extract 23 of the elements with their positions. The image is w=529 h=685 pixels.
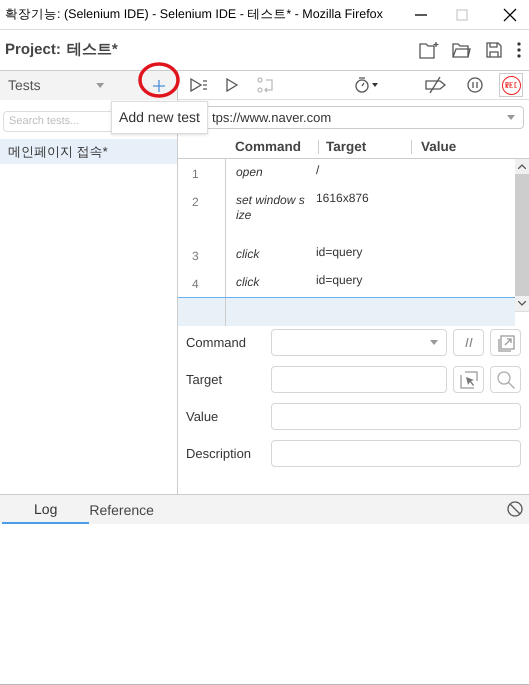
column-header: Target <box>318 140 411 154</box>
command-cell-text: open <box>235 164 264 181</box>
target-cell-text: id=query <box>316 272 362 288</box>
command-cell-text: click <box>235 246 261 263</box>
column-header: Value <box>411 140 456 154</box>
row-number: 1 <box>178 159 226 187</box>
project-label: Project: <box>5 40 61 60</box>
target-cell-text: / <box>316 162 320 178</box>
target-cell-text: id=query <box>316 244 362 260</box>
column-header: Command <box>235 140 302 154</box>
project-name: 테스트* <box>66 40 119 60</box>
url-text: tps://www.naver.com <box>212 108 332 127</box>
command-cell-text: click <box>235 274 261 291</box>
field-label: Command <box>186 334 247 352</box>
row-number: 2 <box>178 187 226 241</box>
field-label: Target <box>186 370 224 389</box>
field-label: Value <box>186 408 220 426</box>
field-label: Description <box>186 444 252 463</box>
window-title: 확장기능: (Selenium IDE) - Selenium IDE - 테스트* - Mozilla Firefox <box>5 6 384 24</box>
tooltip: Add new test <box>111 101 208 134</box>
command-cell-text: set window s ize <box>235 192 306 224</box>
row-number: 3 <box>178 241 226 269</box>
target-cell-text: 1616x876 <box>316 190 369 206</box>
